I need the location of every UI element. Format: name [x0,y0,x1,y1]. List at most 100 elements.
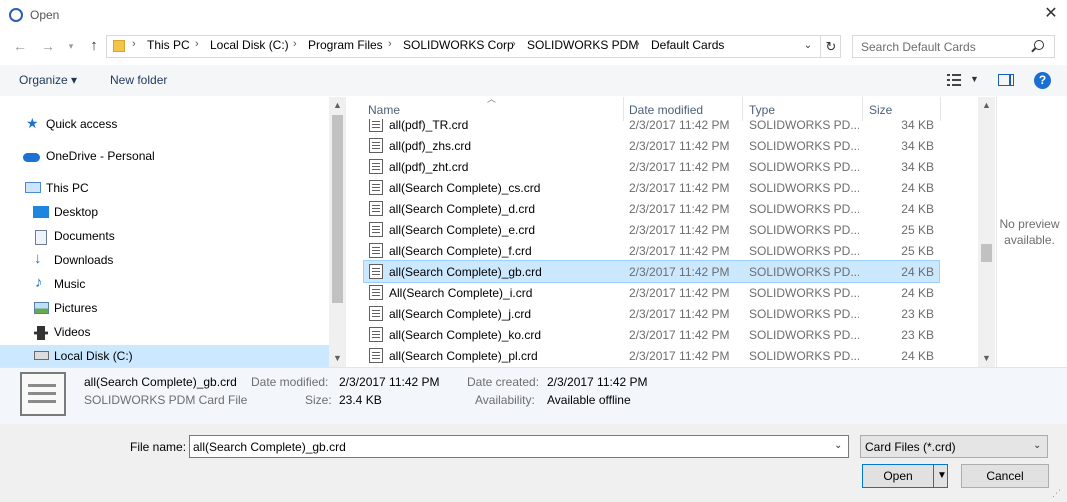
card-file-icon [369,264,383,279]
documents-icon [35,230,47,245]
file-size-cell: 25 KB [901,244,934,258]
breadcrumb-solidworks-corp[interactable]: SOLIDWORKS Corp [403,38,514,52]
nav-label: This PC [46,181,89,195]
file-list-scrollbar[interactable]: ▲ ▼ [978,97,995,367]
folder-icon [113,40,125,52]
scroll-down-icon[interactable]: ▼ [333,353,342,363]
cancel-button-label[interactable]: Cancel [961,469,1049,483]
file-size-cell: 24 KB [901,265,934,279]
breadcrumb-solidworks-pdm[interactable]: SOLIDWORKS PDM [527,38,638,52]
nav-label: Desktop [54,205,99,219]
breadcrumb-separator[interactable]: › [512,38,516,50]
nav-label: Local Disk (C:) [54,349,133,363]
back-arrow-icon[interactable]: ← [12,38,28,54]
column-divider[interactable] [862,97,863,121]
address-dropdown-icon[interactable]: ⌄ [801,38,815,54]
scroll-up-icon[interactable]: ▲ [982,100,991,110]
file-date-cell: 2/3/2017 11:42 PM [629,202,730,216]
scroll-down-icon[interactable]: ▼ [982,353,991,363]
file-name-cell: all(pdf)_zht.crd [389,160,469,174]
nav-item-this-pc[interactable]: This PC [0,177,330,201]
breadcrumb-local-disk[interactable]: Local Disk (C:) [210,38,289,52]
nav-item-quick-access[interactable]: ★ Quick access [0,113,330,137]
nav-item-music[interactable]: ♪ Music [0,273,330,297]
file-row[interactable]: all(pdf)_zhs.crd 2/3/2017 11:42 PM SOLIDWO… [364,135,939,156]
file-date-cell: 2/3/2017 11:42 PM [629,328,730,342]
card-file-icon [369,327,383,342]
file-type-cell: SOLIDWORKS PD... [749,244,859,258]
resize-grip-icon[interactable]: ⋰ [1052,488,1064,500]
nav-item-videos[interactable]: Videos [0,321,330,345]
file-type-dropdown-icon[interactable]: ⌄ [1033,440,1041,451]
open-options-dropdown-icon[interactable]: ▼ [937,470,947,481]
help-icon[interactable]: ? [1034,72,1051,89]
card-file-icon [20,372,66,416]
file-row[interactable]: All(Search Complete)_i.crd 2/3/2017 11:42… [364,282,939,303]
breadcrumb-separator[interactable]: › [388,38,392,50]
file-name-cell: all(Search Complete)_d.crd [389,202,536,216]
column-header-name[interactable]: Name [368,103,400,117]
breadcrumb-separator[interactable]: › [293,38,297,50]
search-placeholder: Search Default Cards [861,40,976,54]
recent-locations-chevron-icon[interactable]: ▾ [63,38,79,54]
breadcrumb-program-files[interactable]: Program Files [308,38,383,52]
nav-item-documents[interactable]: Documents [0,225,330,249]
file-row[interactable]: all(pdf)_zht.crd 2/3/2017 11:42 PM SOLIDWO… [364,156,939,177]
file-size-cell: 23 KB [901,307,934,321]
breadcrumb-separator[interactable]: › [636,38,640,50]
open-button-label[interactable]: Open [862,469,934,483]
column-divider[interactable] [742,97,743,121]
file-row[interactable]: all(Search Complete)_ko.crd 2/3/2017 11:4… [364,324,939,345]
column-header-size[interactable]: Size [869,103,892,117]
refresh-icon[interactable]: ↻ [820,36,841,58]
app-icon [9,8,23,22]
file-row[interactable]: all(Search Complete)_f.crd 2/3/2017 11:42… [364,240,939,261]
breadcrumb-this-pc[interactable]: This PC [147,38,190,52]
file-name-cell: all(Search Complete)_cs.crd [389,181,541,195]
file-name-dropdown-icon[interactable]: ⌄ [834,440,842,451]
details-file-kind: SOLIDWORKS PDM Card File [84,393,248,407]
file-row[interactable]: all(Search Complete)_e.crd 2/3/2017 11:42… [364,219,939,240]
breadcrumb-default-cards[interactable]: Default Cards [651,38,724,52]
nav-item-desktop[interactable]: Desktop [0,201,330,225]
file-row[interactable]: all(Search Complete)_d.crd 2/3/2017 11:42… [364,198,939,219]
nav-item-local-disk[interactable]: Local Disk (C:) [0,345,330,367]
pictures-icon [34,302,49,314]
nav-scrollbar-thumb[interactable] [332,115,343,303]
nav-item-downloads[interactable]: ↓ Downloads [0,249,330,273]
view-options-icon[interactable] [947,74,961,86]
file-size-cell: 23 KB [901,328,934,342]
column-divider[interactable] [940,97,941,121]
organize-button[interactable]: Organize ▾ [19,73,77,87]
column-divider[interactable] [623,97,624,121]
nav-item-onedrive[interactable]: OneDrive - Personal [0,145,330,169]
preview-pane-icon[interactable] [998,74,1014,86]
forward-arrow-icon[interactable]: → [40,38,56,54]
column-header-type[interactable]: Type [749,103,775,117]
file-date-cell: 2/3/2017 11:42 PM [629,181,730,195]
column-header-date[interactable]: Date modified [629,103,703,117]
new-folder-button[interactable]: New folder [110,73,167,87]
close-icon[interactable]: ✕ [1043,4,1059,24]
file-name-cell: all(Search Complete)_gb.crd [389,265,542,279]
file-row[interactable]: all(Search Complete)_pl.crd 2/3/2017 11:4… [364,345,939,366]
up-arrow-icon[interactable]: ↑ [86,38,102,54]
breadcrumb-separator[interactable]: › [132,38,136,50]
file-size-cell: 24 KB [901,181,934,195]
drive-icon [34,351,49,360]
details-date-created-label: Date created: [467,375,540,389]
scroll-up-icon[interactable]: ▲ [333,100,342,110]
details-size: 23.4 KB [339,393,382,407]
file-type-value[interactable]: Card Files (*.crd) [865,440,956,454]
file-row[interactable]: all(Search Complete)_j.crd 2/3/2017 11:42… [364,303,939,324]
file-name-cell: all(Search Complete)_j.crd [389,307,532,321]
music-icon: ♪ [35,274,43,291]
file-type-cell: SOLIDWORKS PD... [749,160,859,174]
file-row[interactable]: all(Search Complete)_cs.crd 2/3/2017 11:4… [364,177,939,198]
nav-item-pictures[interactable]: Pictures [0,297,330,321]
file-name-value[interactable]: all(Search Complete)_gb.crd [193,440,346,454]
file-list-scrollbar-thumb[interactable] [981,244,992,262]
file-row[interactable]: all(Search Complete)_gb.crd 2/3/2017 11:4… [363,260,940,283]
breadcrumb-separator[interactable]: › [195,38,199,50]
view-dropdown-icon[interactable]: ▼ [970,74,979,84]
